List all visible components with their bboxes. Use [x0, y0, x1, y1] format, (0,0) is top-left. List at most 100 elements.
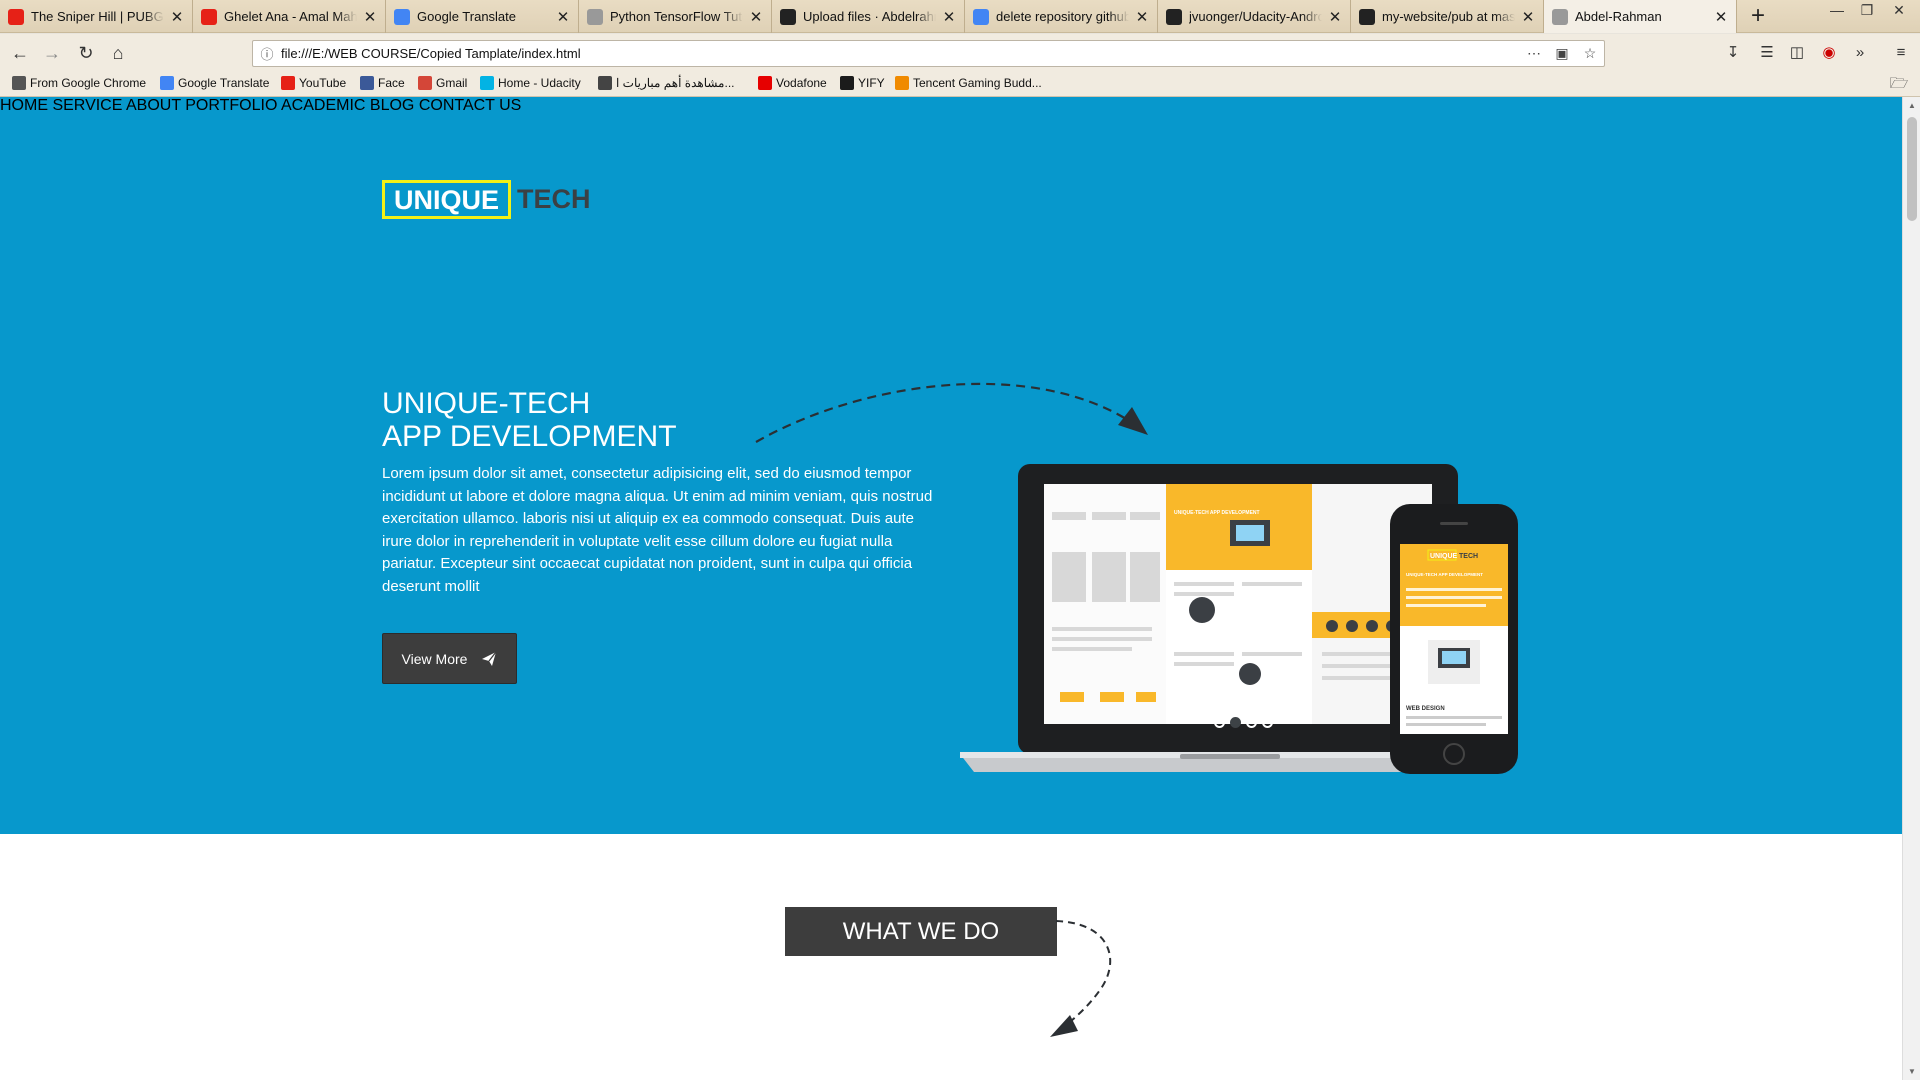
overflow-icon[interactable]: »	[1849, 42, 1871, 64]
restore-icon[interactable]: ❐	[1852, 2, 1882, 19]
gmail-icon	[418, 76, 432, 90]
tab-title: Google Translate	[417, 9, 517, 24]
slider-dot-3[interactable]	[1246, 717, 1257, 728]
minimize-icon[interactable]: —	[1822, 2, 1852, 18]
sidebar-icon[interactable]: ◫	[1786, 42, 1808, 64]
new-tab-button[interactable]: +	[1745, 4, 1771, 30]
laptop-screen-heading: UNIQUE-TECH APP DEVELOPMENT	[1174, 510, 1260, 516]
what-we-do-heading: WHAT WE DO	[785, 907, 1057, 956]
url-text[interactable]: file:///E:/WEB COURSE/Copied Tamplate/in…	[281, 46, 1520, 61]
view-more-button[interactable]: View More	[382, 633, 517, 684]
bookmark-item[interactable]: مشاهدة أهم مباريات ا...	[598, 76, 735, 90]
facebook-icon	[360, 76, 374, 90]
close-tab-icon[interactable]: ✕	[1328, 8, 1342, 26]
back-icon[interactable]: ←	[8, 41, 32, 65]
main-menu: HOME SERVICE ABOUT PORTFOLIO ACADEMIC BL…	[0, 97, 521, 115]
close-tab-icon[interactable]: ✕	[170, 8, 184, 26]
close-tab-icon[interactable]: ✕	[1714, 8, 1728, 26]
bookmark-star-icon[interactable]: ☆	[1576, 45, 1604, 62]
yify-icon	[840, 76, 854, 90]
phone-screen-heading: UNIQUE-TECH APP DEVELOPMENT	[1406, 572, 1483, 577]
bookmark-label: Tencent Gaming Budd...	[913, 76, 1042, 90]
scroll-down-icon[interactable]: ▼	[1903, 1063, 1920, 1080]
bookmark-item[interactable]: Face	[360, 76, 405, 90]
address-bar[interactable]: ⓘ file:///E:/WEB COURSE/Copied Tamplate/…	[252, 40, 1605, 67]
bookmark-label: Home - Udacity	[498, 76, 581, 90]
logo-rest-text: TECH	[517, 184, 591, 214]
tab-7[interactable]: jvuonger/Udacity-Android ✕	[1158, 0, 1351, 33]
scroll-up-icon[interactable]: ▲	[1903, 97, 1920, 114]
bookmark-label: Face	[378, 76, 405, 90]
tab-title: Upload files · Abdelrahman	[803, 9, 936, 24]
close-tab-icon[interactable]: ✕	[363, 8, 377, 26]
menu-about[interactable]: ABOUT	[126, 97, 181, 114]
tab-8[interactable]: my-website/pub at master ✕	[1351, 0, 1544, 33]
tab-3[interactable]: Google Translate ✕	[386, 0, 579, 33]
slider-dot-4[interactable]	[1262, 717, 1273, 728]
site-logo[interactable]: UNIQUE TECH	[382, 180, 591, 219]
close-tab-icon[interactable]: ✕	[1521, 8, 1535, 26]
ublock-icon[interactable]: ◉	[1818, 42, 1840, 64]
hero-description: Lorem ipsum dolor sit amet, consectetur …	[382, 465, 933, 595]
bookmark-item[interactable]: Tencent Gaming Budd...	[895, 76, 1042, 90]
slider-pagination	[1214, 717, 1273, 728]
reload-icon[interactable]: ↻	[74, 41, 98, 65]
menu-icon[interactable]: ≡	[1890, 42, 1912, 64]
close-tab-icon[interactable]: ✕	[1135, 8, 1149, 26]
window-close-icon[interactable]: ✕	[1884, 2, 1914, 19]
google-translate-icon	[160, 76, 174, 90]
logo-boxed-text: UNIQUE	[382, 180, 512, 219]
info-icon[interactable]: ⓘ	[253, 44, 281, 63]
github-icon	[780, 8, 796, 25]
bookmark-label: From Google Chrome	[30, 76, 147, 90]
page-scrollbar[interactable]: ▲ ▼	[1902, 97, 1920, 1080]
scrollbar-thumb[interactable]	[1907, 117, 1917, 221]
tab-5[interactable]: Upload files · Abdelrahman ✕	[772, 0, 965, 33]
bookmark-item[interactable]: Gmail	[418, 76, 467, 90]
home-icon[interactable]: ⌂	[106, 41, 130, 65]
close-tab-icon[interactable]: ✕	[556, 8, 570, 26]
bookmarks-toolbar: From Google Chrome Google Translate YouTub…	[0, 72, 1920, 97]
bookmark-item[interactable]: Home - Udacity	[480, 76, 581, 90]
github-icon	[1359, 8, 1375, 25]
pocket-icon[interactable]: ▣	[1548, 45, 1576, 62]
downloads-icon[interactable]: ↧	[1722, 42, 1744, 64]
tab-title: Abdel-Rahman	[1575, 9, 1662, 24]
tab-9[interactable]: Abdel-Rahman ✕	[1544, 0, 1737, 33]
bookmark-item[interactable]: Google Translate	[160, 76, 269, 90]
tab-4[interactable]: Python TensorFlow Tutorial ✕	[579, 0, 772, 33]
tab-title: my-website/pub at master	[1382, 9, 1515, 24]
tab-2[interactable]: Ghelet Ana - Amal Maher ✕	[193, 0, 386, 33]
tab-title: Ghelet Ana - Amal Maher	[224, 9, 357, 24]
bookmark-label: Gmail	[436, 76, 468, 90]
tab-title: delete repository github	[996, 9, 1129, 24]
phone-screen-caption: WEB DESIGN	[1406, 706, 1445, 712]
bookmark-label: مشاهدة أهم مباريات ا...	[616, 76, 735, 90]
bookmark-item[interactable]: Vodafone	[758, 76, 827, 90]
menu-blog[interactable]: BLOG	[370, 97, 414, 114]
bookmark-label: Google Translate	[178, 76, 270, 90]
bookmark-item[interactable]: From Google Chrome	[12, 76, 146, 90]
paper-plane-icon	[482, 651, 497, 666]
close-tab-icon[interactable]: ✕	[749, 8, 763, 26]
menu-contact-us[interactable]: CONTACT US	[419, 97, 522, 114]
page-icon	[587, 8, 603, 25]
menu-academic[interactable]: ACADEMIC	[281, 97, 365, 114]
library-icon[interactable]: ☰	[1756, 42, 1778, 64]
bookmark-item[interactable]: YouTube	[281, 76, 346, 90]
slider-dot-2[interactable]	[1230, 717, 1241, 728]
menu-portfolio[interactable]: PORTFOLIO	[185, 97, 277, 114]
folder-icon	[12, 76, 26, 90]
tab-1[interactable]: The Sniper Hill | PUBG - YouTube ✕	[0, 0, 193, 33]
page-actions-icon[interactable]: ⋯	[1520, 45, 1548, 62]
tab-title: jvuonger/Udacity-Android	[1189, 9, 1322, 24]
slider-dot-1[interactable]	[1214, 717, 1225, 728]
close-tab-icon[interactable]: ✕	[942, 8, 956, 26]
menu-service[interactable]: SERVICE	[52, 97, 122, 114]
tab-title: The Sniper Hill | PUBG - YouTube	[31, 9, 164, 24]
menu-home[interactable]: HOME	[0, 97, 48, 114]
other-bookmarks-icon[interactable]: 🗁	[1888, 73, 1910, 95]
bookmark-item[interactable]: YIFY	[840, 76, 885, 90]
forward-icon[interactable]: →	[40, 41, 64, 65]
tab-6[interactable]: delete repository github ✕	[965, 0, 1158, 33]
